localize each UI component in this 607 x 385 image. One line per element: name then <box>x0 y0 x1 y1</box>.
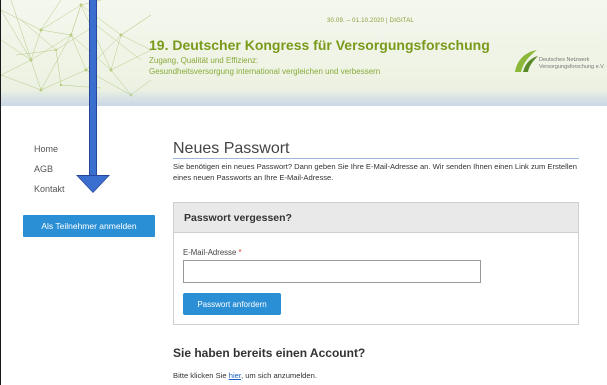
login-prefix: Bitte klicken Sie <box>173 371 229 380</box>
account-heading: Sie haben bereits einen Account? <box>173 346 366 360</box>
logo-text-line2: Versorgungsforschung e.V. <box>539 64 605 70</box>
dnvf-logo-icon <box>515 50 538 72</box>
dnvf-logo-text: Deutsches Netzwerk Versorgungsforschung … <box>539 57 605 71</box>
login-suffix: , um sich anzumelden. <box>240 371 317 380</box>
password-reset-panel: Passwort vergessen? E-Mail-Adresse * Pas… <box>173 202 579 325</box>
sidebar-item-home[interactable]: Home <box>34 144 58 154</box>
login-link[interactable]: hier <box>229 371 241 380</box>
login-hint: Bitte klicken Sie hier, um sich anzumeld… <box>173 371 317 380</box>
congress-title: 19. Deutscher Kongress für Versorgungsfo… <box>149 37 490 53</box>
panel-title: Passwort vergessen? <box>174 203 578 233</box>
intro-text: Sie benötigen ein neues Passwort? Dann g… <box>173 162 577 182</box>
logo-text-line1: Deutsches Netzwerk <box>539 57 590 63</box>
email-field[interactable] <box>183 260 481 283</box>
email-field-label: E-Mail-Adresse * <box>183 248 242 257</box>
annotation-arrow-shaft <box>89 0 97 178</box>
sidebar-item-agb[interactable]: AGB <box>34 164 53 174</box>
congress-subtitle-line1: Zugang, Qualität und Effizienz: <box>149 56 259 65</box>
register-participant-button[interactable]: Als Teilnehmer anmelden <box>23 215 155 237</box>
request-password-button[interactable]: Passwort anfordern <box>183 293 281 315</box>
email-label-text: E-Mail-Adresse <box>183 248 237 257</box>
congress-subtitle-line2: Gesundheitsversorgung international verg… <box>149 67 381 76</box>
annotation-arrow-head <box>78 176 108 192</box>
sidebar-item-kontakt[interactable]: Kontakt <box>34 184 65 194</box>
required-marker: * <box>238 248 242 257</box>
page-title: Neues Passwort <box>173 140 290 157</box>
event-date: 30.09. – 01.10.2020 | DIGITAL <box>327 18 414 24</box>
title-divider <box>173 158 579 159</box>
